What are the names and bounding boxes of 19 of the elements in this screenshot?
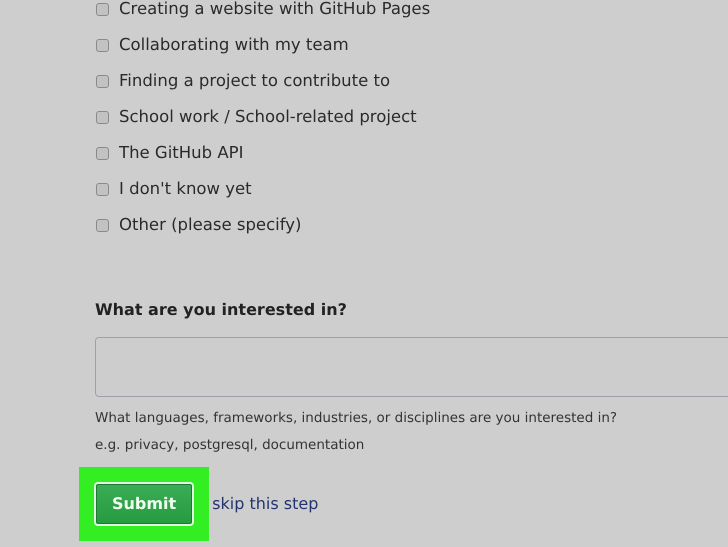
example-text: e.g. privacy, postgresql, documentation: [95, 436, 366, 455]
interests-field[interactable]: [95, 337, 728, 397]
help-text: What languages, frameworks, industries, or disciplines are you interested in?: [95, 409, 618, 428]
option-label: Collaborating with my team: [119, 35, 349, 55]
option-label: I don't know yet: [119, 179, 252, 199]
checkbox[interactable]: [96, 38, 109, 52]
question-label: What are you interested in?: [95, 299, 348, 321]
checkbox[interactable]: [96, 146, 109, 160]
checkbox[interactable]: [96, 218, 109, 232]
checkbox[interactable]: [96, 2, 109, 16]
skip-link[interactable]: skip this step: [212, 492, 318, 516]
option-label: Creating a website with GitHub Pages: [119, 0, 430, 19]
checkbox[interactable]: [96, 110, 109, 124]
option-label: The GitHub API: [119, 143, 244, 163]
checkbox[interactable]: [96, 74, 109, 88]
option-label: School work / School-related project: [119, 107, 417, 127]
option-label: Other (please specify): [119, 215, 302, 235]
option-label: Finding a project to contribute to: [119, 71, 390, 91]
checkbox[interactable]: [96, 182, 109, 196]
